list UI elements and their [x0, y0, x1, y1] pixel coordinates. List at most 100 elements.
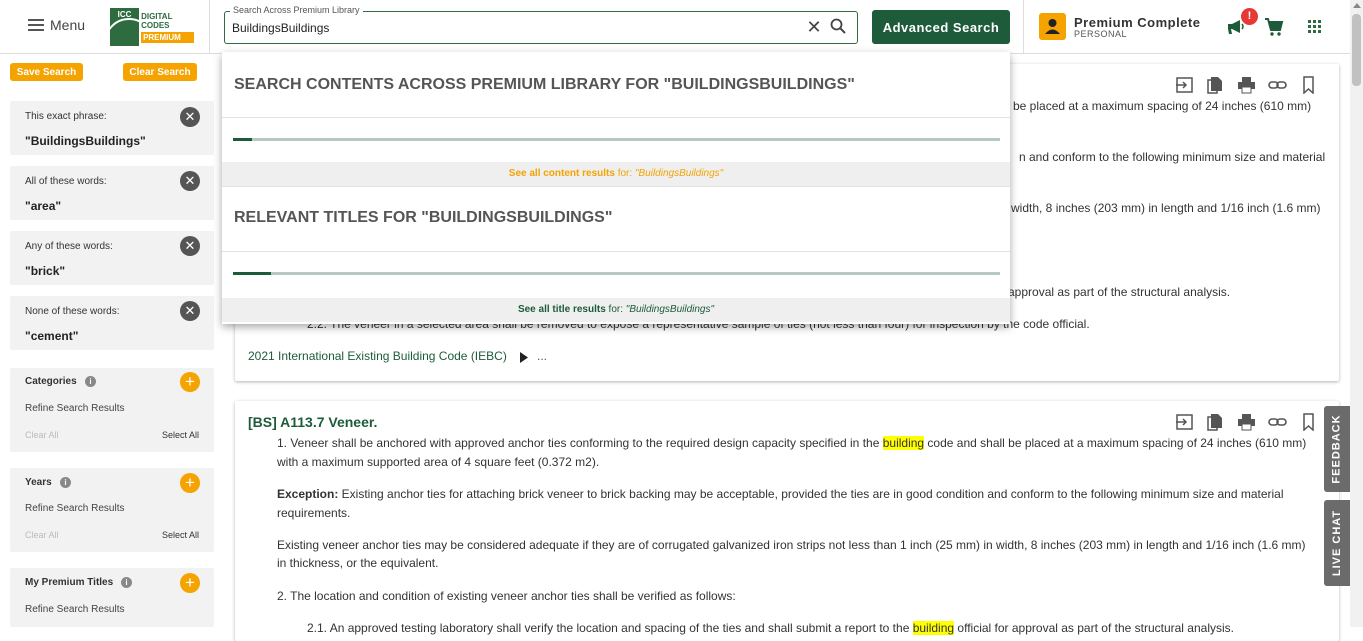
content-results-heading: SEARCH CONTENTS ACROSS PREMIUM LIBRARY F…: [234, 76, 855, 93]
page-scrollbar[interactable]: [1350, 0, 1363, 627]
content-loading-bar: [233, 138, 1000, 141]
divider: [222, 186, 1010, 187]
search-icon[interactable]: [830, 18, 846, 34]
header-divider: [209, 0, 210, 54]
result-text: with a maximum supported area of 4 squar…: [277, 455, 600, 469]
info-icon[interactable]: i: [121, 577, 132, 588]
card-toolbar: [1175, 76, 1318, 95]
play-arrow-icon[interactable]: [519, 352, 529, 363]
refine-label: Refine Search Results: [25, 403, 125, 414]
header-divider: [1023, 0, 1024, 54]
more-ellipsis[interactable]: ...: [537, 349, 547, 363]
result-title[interactable]: [BS] A113.7 Veneer.: [248, 414, 377, 430]
copy-icon[interactable]: [1206, 76, 1225, 94]
filter-value: "brick": [25, 264, 66, 278]
title-results-heading: RELEVANT TITLES FOR "BUILDINGSBUILDINGS": [234, 209, 613, 226]
result-text: 2. The location and condition of existin…: [277, 589, 736, 603]
filter-value: "cement": [25, 329, 79, 343]
clear-search-button[interactable]: Clear Search: [123, 63, 197, 81]
notification-badge: !: [1241, 8, 1258, 25]
titles-loading-bar: [233, 272, 1000, 275]
add-category-icon[interactable]: +: [180, 372, 200, 392]
search-highlight: building: [912, 621, 955, 635]
plan-type: PERSONAL: [1074, 29, 1128, 39]
select-all-link[interactable]: Select All: [162, 530, 199, 540]
see-all-content-results-link[interactable]: See all content results for: "BuildingsB…: [222, 162, 1010, 186]
refine-label: Refine Search Results: [25, 604, 125, 615]
result-paragraph: 2.1. An approved testing laboratory shal…: [307, 621, 1234, 635]
advanced-search-button[interactable]: Advanced Search: [872, 10, 1010, 44]
open-section-icon[interactable]: [1175, 76, 1194, 94]
add-year-icon[interactable]: +: [180, 473, 200, 493]
search-input[interactable]: [232, 19, 792, 37]
filter-label: Any of these words:: [25, 241, 113, 252]
section-title: Years: [25, 477, 52, 488]
clear-all-link[interactable]: Clear All: [25, 430, 59, 440]
icc-logo-mark: ICC: [110, 8, 140, 46]
result-text: be placed at a maximum spacing of 24 inc…: [1013, 99, 1312, 113]
section-title: Categories: [25, 376, 77, 387]
select-all-link[interactable]: Select All: [162, 430, 199, 440]
print-icon[interactable]: [1237, 76, 1256, 94]
divider: [222, 117, 1010, 118]
bookmark-icon[interactable]: [1299, 413, 1318, 432]
result-text: requirements.: [277, 506, 351, 520]
filter-value: "area": [25, 199, 62, 213]
filter-label: This exact phrase:: [25, 111, 107, 122]
info-icon[interactable]: i: [85, 376, 96, 387]
result-text: approval as part of the structural analy…: [1008, 285, 1231, 299]
refine-label: Refine Search Results: [25, 503, 125, 514]
info-icon[interactable]: i: [60, 477, 71, 488]
search-highlight: building: [882, 436, 925, 450]
remove-filter-icon[interactable]: ✕: [180, 171, 200, 191]
apps-grid-icon[interactable]: [1308, 20, 1322, 34]
bookmark-icon[interactable]: [1299, 76, 1318, 95]
search-suggestions-dropdown: SEARCH CONTENTS ACROSS PREMIUM LIBRARY F…: [222, 52, 1010, 324]
hamburger-icon: [28, 19, 44, 31]
divider: [222, 251, 1010, 252]
categories-section: Categories i + Refine Search Results Cle…: [10, 368, 214, 452]
filter-value: "BuildingsBuildings": [25, 134, 146, 148]
remove-filter-icon[interactable]: ✕: [180, 301, 200, 321]
clear-search-icon[interactable]: ✕: [805, 17, 823, 37]
menu-button[interactable]: Menu: [28, 17, 85, 33]
clear-all-link[interactable]: Clear All: [25, 530, 59, 540]
icc-digital-codes-logo[interactable]: ICC DIGITAL CODES PREMIUM: [110, 8, 194, 46]
section-title: My Premium Titles: [25, 577, 114, 588]
live-chat-tab[interactable]: LIVE CHAT: [1324, 500, 1350, 586]
result-card: [BS] A113.7 Veneer. 1. Veneer shall be a…: [235, 401, 1339, 641]
remove-filter-icon[interactable]: ✕: [180, 107, 200, 127]
my-premium-titles-section: My Premium Titles i + Refine Search Resu…: [10, 568, 214, 627]
titles-loading-fill: [233, 272, 272, 275]
card-toolbar: [1175, 413, 1318, 432]
link-icon[interactable]: [1268, 413, 1287, 431]
result-text: in thickness, or the equivalent.: [277, 556, 439, 570]
result-text: n and conform to the following minimum s…: [1019, 150, 1326, 164]
filter-label: All of these words:: [25, 176, 107, 187]
logo-line-1: DIGITAL CODES: [141, 11, 173, 30]
search-legend: Search Across Premium Library: [230, 5, 363, 15]
exception-paragraph: Exception: Existing anchor ties for atta…: [277, 487, 1284, 501]
save-search-button[interactable]: Save Search: [10, 63, 83, 81]
filter-none-words: None of these words: "cement" ✕: [10, 296, 214, 350]
result-text: width, 8 inches (203 mm) in length and 1…: [1011, 201, 1321, 215]
copy-icon[interactable]: [1206, 413, 1225, 431]
see-all-title-results-link[interactable]: See all title results for: "BuildingsBui…: [222, 298, 1010, 322]
plan-name[interactable]: Premium Complete: [1074, 15, 1200, 30]
scroll-thumb[interactable]: [1352, 14, 1361, 86]
user-avatar-icon[interactable]: [1039, 13, 1066, 40]
top-header: Menu ICC DIGITAL CODES PREMIUM Search Ac…: [0, 0, 1350, 54]
cart-icon[interactable]: [1264, 17, 1284, 37]
filter-all-words: All of these words: "area" ✕: [10, 166, 214, 220]
scroll-up-arrow-icon[interactable]: [1353, 3, 1361, 8]
remove-filter-icon[interactable]: ✕: [180, 236, 200, 256]
filter-exact-phrase: This exact phrase: "BuildingsBuildings" …: [10, 101, 214, 155]
book-link[interactable]: 2021 International Existing Building Cod…: [248, 349, 507, 363]
content-loading-fill: [233, 138, 253, 141]
add-title-icon[interactable]: +: [180, 573, 200, 593]
feedback-tab[interactable]: FEEDBACK: [1324, 406, 1350, 492]
print-icon[interactable]: [1237, 413, 1256, 431]
open-section-icon[interactable]: [1175, 413, 1194, 431]
filter-any-words: Any of these words: "brick" ✕: [10, 231, 214, 285]
link-icon[interactable]: [1268, 76, 1287, 94]
